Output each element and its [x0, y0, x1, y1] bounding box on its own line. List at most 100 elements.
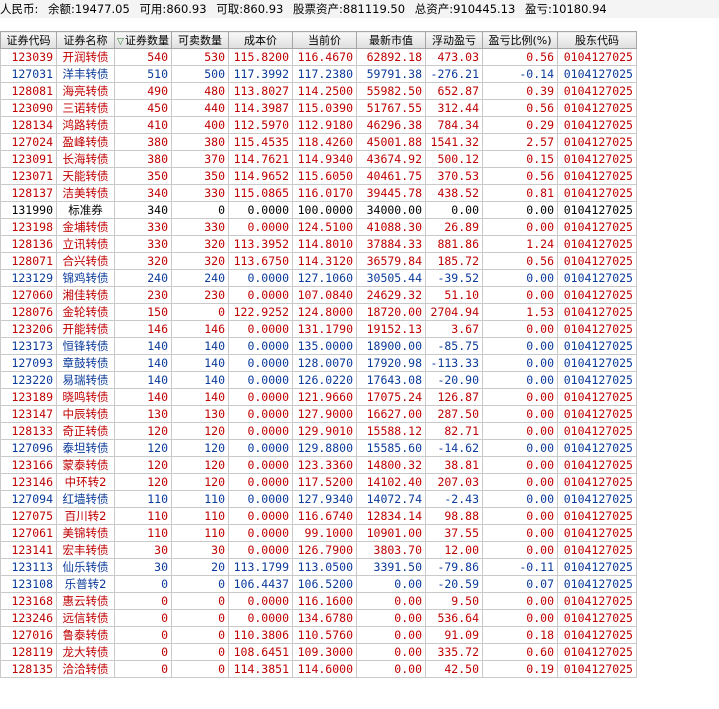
cell-market-value: 12834.14 [356, 507, 426, 525]
table-row[interactable]: 123189 晓鸣转债 140 140 0.0000 121.9660 17075.24 12… [0, 388, 637, 406]
cell-holder-code: 0104127025 [557, 99, 637, 117]
col-header-holder-code[interactable]: 股东代码 [557, 31, 637, 49]
cell-code: 127075 [0, 507, 57, 525]
cell-sellable: 240 [171, 269, 229, 287]
col-header-floating-pnl[interactable]: 浮动盈亏 [425, 31, 483, 49]
cell-cost: 106.4437 [228, 575, 293, 593]
cell-holder-code: 0104127025 [557, 456, 637, 474]
table-row[interactable]: 127016 鲁泰转债 0 0 110.3806 110.5760 0.00 91.09 0.1… [0, 626, 637, 644]
cell-market-value: 46296.38 [356, 116, 426, 134]
cell-name: 三诺转债 [56, 99, 115, 117]
table-row[interactable]: 123206 开能转债 146 146 0.0000 131.1790 19152.13 3.… [0, 320, 637, 338]
table-row[interactable]: 128076 金轮转债 150 0 122.9252 124.8000 18720.00 27… [0, 303, 637, 321]
table-row[interactable]: 128081 海亮转债 490 480 113.8027 114.2500 55982.50… [0, 82, 637, 100]
table-row[interactable]: 123090 三诺转债 450 440 114.3987 115.0390 51767.55… [0, 99, 637, 117]
cell-name: 湘佳转债 [56, 286, 115, 304]
table-row[interactable]: 128134 鸿路转债 410 400 112.5970 112.9180 46296.38… [0, 116, 637, 134]
table-row[interactable]: 127060 湘佳转债 230 230 0.0000 107.0840 24629.32 51… [0, 286, 637, 304]
col-header-code[interactable]: 证券代码 [0, 31, 57, 49]
cell-quantity: 0 [114, 609, 172, 627]
cell-cost: 0.0000 [228, 269, 293, 287]
table-row[interactable]: 123166 蒙泰转债 120 120 0.0000 123.3360 14800.32 38… [0, 456, 637, 474]
cell-holder-code: 0104127025 [557, 150, 637, 168]
table-row[interactable]: 123146 中环转2 120 120 0.0000 117.5200 14102.40 20… [0, 473, 637, 491]
table-row[interactable]: 127094 红墙转债 110 110 0.0000 127.9340 14072.74 -2… [0, 490, 637, 508]
table-row[interactable]: 123168 惠云转债 0 0 0.0000 116.1600 0.00 9.50 0.00 01… [0, 592, 637, 610]
cell-price: 114.8010 [292, 235, 357, 253]
cell-market-value: 18720.00 [356, 303, 426, 321]
cell-holder-code: 0104127025 [557, 439, 637, 457]
col-header-name[interactable]: 证券名称 [56, 31, 115, 49]
cell-cost: 0.0000 [228, 609, 293, 627]
cell-cost: 0.0000 [228, 507, 293, 525]
holdings-table[interactable]: 证券代码 证券名称 ▽证券数量 可卖数量 成本价 当前价 最新市值 浮动盈亏 盈… [0, 31, 637, 678]
table-row[interactable]: 123108 乐普转2 0 0 106.4437 106.5200 0.00 -20.59 0.… [0, 575, 637, 593]
sort-desc-icon: ▽ [117, 37, 124, 47]
table-row[interactable]: 127093 章鼓转债 140 140 0.0000 128.0070 17920.98 -1… [0, 354, 637, 372]
cell-cost: 0.0000 [228, 490, 293, 508]
cell-floating-pnl: 98.88 [425, 507, 483, 525]
table-row[interactable]: 128133 奇正转债 120 120 0.0000 129.9010 15588.12 82… [0, 422, 637, 440]
table-row[interactable]: 127096 泰坦转债 120 120 0.0000 129.8800 15585.60 -1… [0, 439, 637, 457]
cell-pnl-ratio: 0.00 [482, 507, 558, 525]
table-row[interactable]: 128135 洽洽转债 0 0 114.3851 114.6000 0.00 42.50 0.1… [0, 660, 637, 678]
cell-market-value: 0.00 [356, 626, 426, 644]
col-header-pnl-ratio[interactable]: 盈亏比例(%) [482, 31, 558, 49]
cell-floating-pnl: -2.43 [425, 490, 483, 508]
cell-pnl-ratio: 0.00 [482, 388, 558, 406]
cell-sellable: 140 [171, 371, 229, 389]
table-row[interactable]: 127075 百川转2 110 110 0.0000 116.6740 12834.14 98… [0, 507, 637, 525]
cell-holder-code: 0104127025 [557, 541, 637, 559]
cell-sellable: 120 [171, 456, 229, 474]
cell-holder-code: 0104127025 [557, 660, 637, 678]
cell-code: 128076 [0, 303, 57, 321]
cell-floating-pnl: 500.12 [425, 150, 483, 168]
cell-cost: 113.1799 [228, 558, 293, 576]
cell-name: 标准券 [56, 201, 115, 219]
table-row[interactable]: 128136 立讯转债 330 320 113.3952 114.8010 37884.33… [0, 235, 637, 253]
cell-quantity: 0 [114, 575, 172, 593]
cell-code: 123206 [0, 320, 57, 338]
table-row[interactable]: 123039 开润转债 540 530 115.8200 116.4670 62892.18… [0, 48, 637, 66]
col-header-quantity[interactable]: ▽证券数量 [114, 31, 172, 49]
cell-name: 龙大转债 [56, 643, 115, 661]
table-row[interactable]: 123071 天能转债 350 350 114.9652 115.6050 40461.75… [0, 167, 637, 185]
cell-sellable: 0 [171, 643, 229, 661]
table-row[interactable]: 123113 仙乐转债 30 20 113.1799 113.0500 3391.50 -79… [0, 558, 637, 576]
table-row[interactable]: 131990 标准券 340 0 0.0000 100.0000 34000.00 0.00 0… [0, 201, 637, 219]
col-header-market-value[interactable]: 最新市值 [356, 31, 426, 49]
table-row[interactable]: 123173 恒锋转债 140 140 0.0000 135.0000 18900.00 -8… [0, 337, 637, 355]
currency-label: 人民币: [0, 2, 39, 16]
table-row[interactable]: 127061 美锦转债 110 110 0.0000 99.1000 10901.00 37.… [0, 524, 637, 542]
cell-cost: 0.0000 [228, 405, 293, 423]
table-row[interactable]: 123220 易瑞转债 140 140 0.0000 126.0220 17643.08 -2… [0, 371, 637, 389]
table-row[interactable]: 128137 洁美转债 340 330 115.0865 116.0170 39445.78… [0, 184, 637, 202]
table-row[interactable]: 123091 长海转债 380 370 114.7621 114.9340 43674.92… [0, 150, 637, 168]
cell-cost: 108.6451 [228, 643, 293, 661]
col-header-sellable[interactable]: 可卖数量 [171, 31, 229, 49]
cell-name: 章鼓转债 [56, 354, 115, 372]
col-header-price[interactable]: 当前价 [292, 31, 357, 49]
cell-holder-code: 0104127025 [557, 626, 637, 644]
table-row[interactable]: 128071 合兴转债 320 320 113.6750 114.3120 36579.84… [0, 252, 637, 270]
table-row[interactable]: 123147 中辰转债 130 130 0.0000 127.9000 16627.00 28… [0, 405, 637, 423]
table-row[interactable]: 127024 盈峰转债 380 380 115.4535 118.4260 45001.88… [0, 133, 637, 151]
cell-holder-code: 0104127025 [557, 116, 637, 134]
table-row[interactable]: 123198 金埔转债 330 330 0.0000 124.5100 41088.30 26… [0, 218, 637, 236]
cell-price: 114.6000 [292, 660, 357, 678]
table-row[interactable]: 127031 洋丰转债 510 500 117.3992 117.2380 59791.38… [0, 65, 637, 83]
col-header-quantity-label: 证券数量 [124, 34, 169, 47]
table-row[interactable]: 128119 龙大转债 0 0 108.6451 109.3000 0.00 335.72 0.… [0, 643, 637, 661]
cell-name: 美锦转债 [56, 524, 115, 542]
cell-pnl-ratio: 0.00 [482, 371, 558, 389]
table-row[interactable]: 123246 远信转债 0 0 0.0000 134.6780 0.00 536.64 0.00… [0, 609, 637, 627]
cell-quantity: 120 [114, 473, 172, 491]
table-row[interactable]: 123129 锦鸡转债 240 240 0.0000 127.1060 30505.44 -3… [0, 269, 637, 287]
cell-price: 127.9340 [292, 490, 357, 508]
col-header-cost[interactable]: 成本价 [228, 31, 293, 49]
available-label: 可用: [139, 2, 167, 16]
cell-floating-pnl: 652.87 [425, 82, 483, 100]
cell-pnl-ratio: 0.81 [482, 184, 558, 202]
table-row[interactable]: 123141 宏丰转债 30 30 0.0000 126.7900 3803.70 12.00… [0, 541, 637, 559]
cell-name: 盈峰转债 [56, 133, 115, 151]
